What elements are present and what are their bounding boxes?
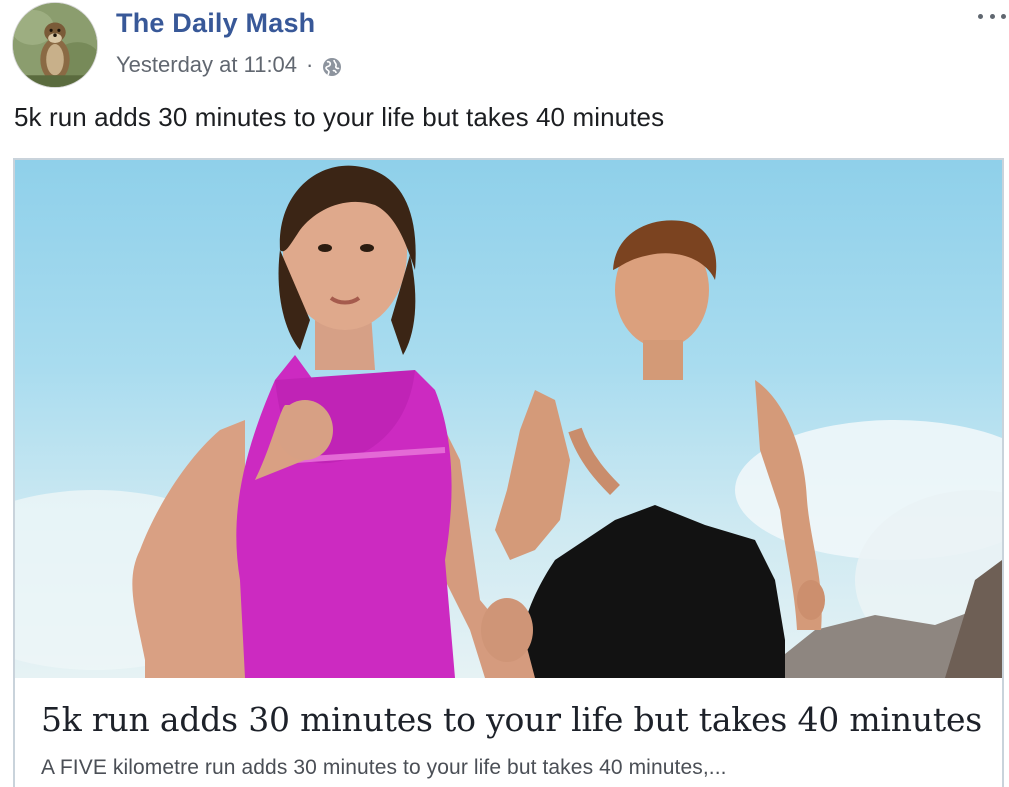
ellipsis-icon[interactable] xyxy=(978,8,1006,24)
timestamp-link[interactable]: Yesterday at 11:04 xyxy=(116,52,297,78)
post-meta: Yesterday at 11:04 · xyxy=(116,51,343,79)
link-preview-image[interactable] xyxy=(15,160,1002,678)
globe-icon[interactable] xyxy=(321,56,343,78)
link-title[interactable]: 5k run adds 30 minutes to your life but … xyxy=(41,700,982,739)
meta-separator: · xyxy=(306,52,314,77)
page-name-link[interactable]: The Daily Mash xyxy=(116,8,315,39)
link-preview-card[interactable]: 5k run adds 30 minutes to your life but … xyxy=(13,158,1004,787)
otter-avatar-image xyxy=(13,3,97,87)
facebook-post: The Daily Mash Yesterday at 11:04 · 5k r… xyxy=(0,0,1009,787)
link-description: A FIVE kilometre run adds 30 minutes to … xyxy=(41,756,727,779)
page-avatar[interactable] xyxy=(12,2,98,88)
post-message: 5k run adds 30 minutes to your life but … xyxy=(14,102,665,132)
